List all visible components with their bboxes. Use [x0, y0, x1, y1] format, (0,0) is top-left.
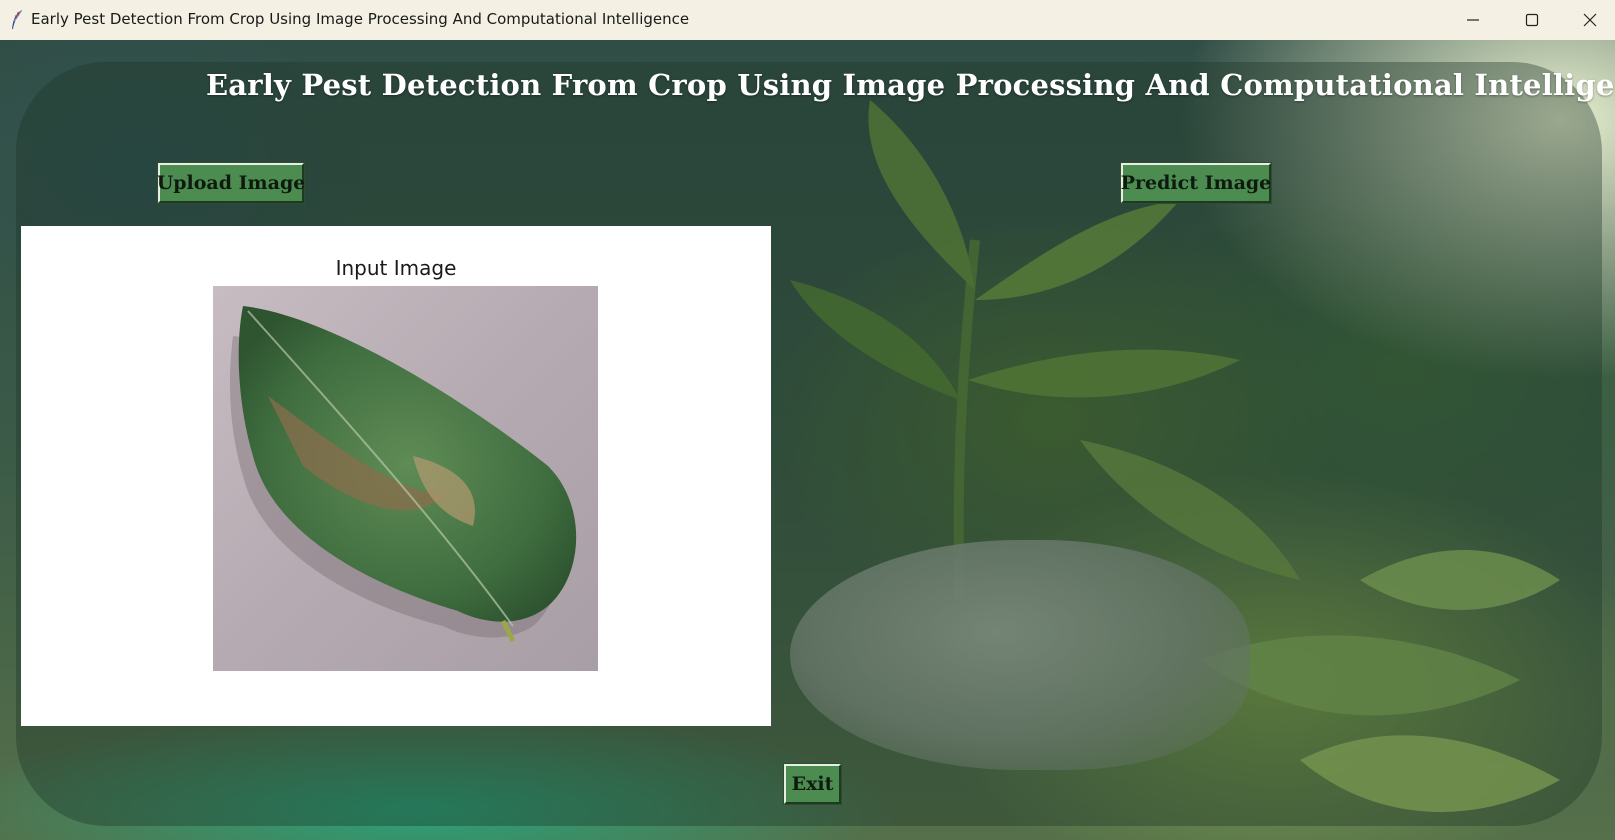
minimize-button[interactable] [1444, 0, 1502, 40]
window-titlebar: Early Pest Detection From Crop Using Ima… [0, 0, 1615, 40]
upload-image-button[interactable]: Upload Image [157, 162, 305, 204]
maximize-icon [1525, 13, 1539, 27]
close-button[interactable] [1561, 0, 1615, 40]
close-icon [1583, 13, 1597, 27]
window-title: Early Pest Detection From Crop Using Ima… [31, 10, 690, 28]
figure-title: Input Image [335, 256, 457, 280]
leaf-photo [230, 306, 577, 643]
input-leaf-image [213, 286, 598, 671]
maximize-button[interactable] [1503, 0, 1561, 40]
minimize-icon [1467, 19, 1479, 21]
app-heading: Early Pest Detection From Crop Using Ima… [206, 68, 1615, 102]
predict-image-button[interactable]: Predict Image [1120, 162, 1272, 204]
feather-icon [12, 9, 23, 29]
input-image-figure: Input Image [21, 226, 771, 726]
exit-button[interactable]: Exit [783, 763, 842, 805]
